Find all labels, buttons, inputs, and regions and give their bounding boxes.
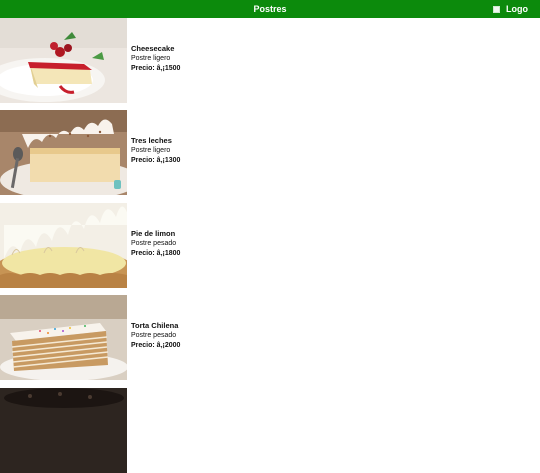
- dessert-type: Postre pesado: [131, 332, 177, 339]
- dessert-type: Postre ligero: [131, 55, 171, 62]
- dessert-type: Postre ligero: [131, 147, 171, 154]
- header-bar: Postres Logo: [0, 0, 540, 18]
- dessert-type: Postre pesado: [131, 240, 177, 247]
- dessert-info: Tres leches Postre ligero Precio: â‚¡130…: [131, 136, 180, 166]
- logo-alt-text: Logo: [506, 4, 528, 14]
- page-title: Postres: [253, 4, 287, 14]
- chocolate-cake-photo: [0, 388, 127, 473]
- dessert-name: Torta Chilena: [131, 321, 179, 330]
- dessert-price: Precio: â‚¡1500: [131, 65, 181, 72]
- cheesecake-photo: [0, 18, 127, 103]
- dessert-name: Pie de limon: [131, 229, 176, 238]
- list-item[interactable]: Cheesecake Postre ligero Precio: â‚¡1500: [0, 18, 540, 103]
- logo[interactable]: Logo: [493, 0, 528, 18]
- dessert-price: Precio: â‚¡1800: [131, 250, 181, 257]
- dessert-name: Tres leches: [131, 136, 172, 145]
- dessert-price: Precio: â‚¡2000: [131, 342, 181, 349]
- dessert-info: Torta Chilena Postre pesado Precio: â‚¡2…: [131, 321, 180, 351]
- dessert-name: Cheesecake: [131, 44, 175, 53]
- list-item[interactable]: Tres leches Postre ligero Precio: â‚¡130…: [0, 110, 540, 195]
- lemon-pie-photo: [0, 203, 127, 288]
- torta-chilena-photo: [0, 295, 127, 380]
- dessert-info: Cheesecake Postre ligero Precio: â‚¡1500: [131, 44, 180, 74]
- dessert-info: Pie de limon Postre pesado Precio: â‚¡18…: [131, 229, 180, 259]
- dessert-price: Precio: â‚¡1300: [131, 157, 181, 164]
- list-item[interactable]: [0, 388, 540, 473]
- list-item[interactable]: Torta Chilena Postre pesado Precio: â‚¡2…: [0, 295, 540, 380]
- broken-image-icon: [493, 5, 500, 13]
- tres-leches-photo: [0, 110, 127, 195]
- list-item[interactable]: Pie de limon Postre pesado Precio: â‚¡18…: [0, 203, 540, 288]
